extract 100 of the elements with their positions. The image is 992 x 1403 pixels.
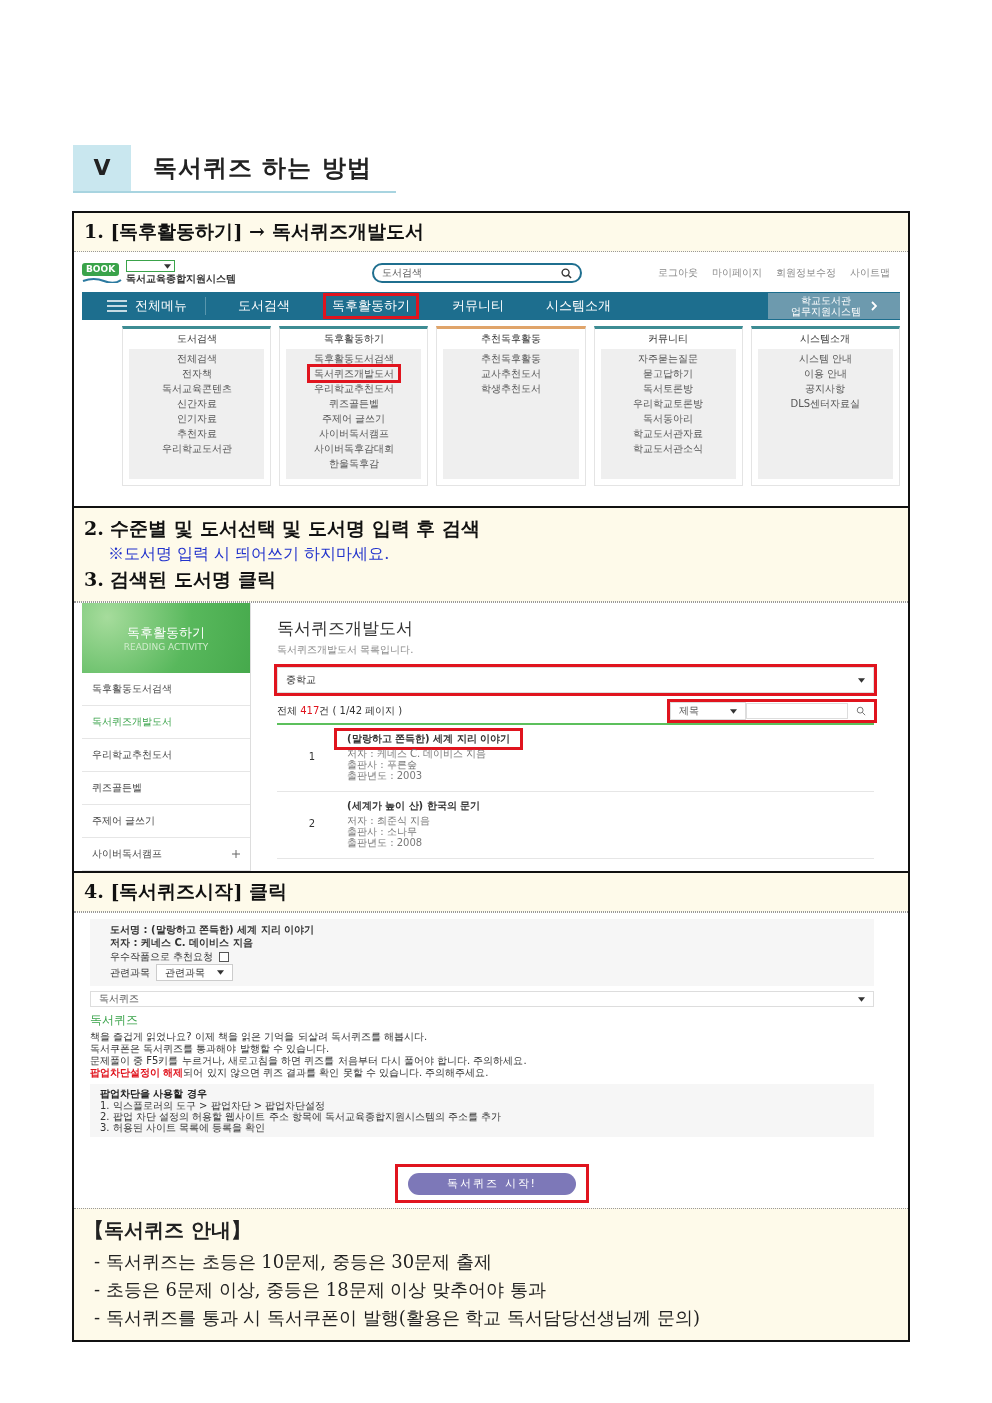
book-title-link[interactable]: (세계가 높이 산) 한국의 문기 (337, 798, 491, 814)
book-year: 출판년도 : 2008 (347, 837, 423, 848)
caret-icon (858, 996, 865, 1002)
book-year: 출판년도 : 2003 (347, 770, 423, 781)
menu-item[interactable]: 학교도서관소식 (629, 442, 708, 455)
guide-item: - 독서퀴즈는 초등은 10문제, 중등은 30문제 출제 (94, 1249, 492, 1274)
subject-label: 관련과목 (110, 966, 150, 979)
popup-help-step: 1. 익스플로러의 도구 > 팝업차단 > 팝업차단설정 (100, 1100, 326, 1111)
banner-title: 독후활동하기 (127, 624, 205, 642)
search-type-select[interactable]: 제목 (670, 702, 746, 720)
top-link[interactable]: 사이트맵 (850, 266, 890, 280)
start-quiz-button[interactable]: 독서퀴즈 시작! (408, 1172, 576, 1195)
recommend-label: 우수작품으로 추천요청 (110, 950, 214, 963)
menu-item[interactable]: 공지사항 (801, 382, 850, 395)
quiz-heading: 독서퀴즈 (90, 1012, 138, 1029)
search-field[interactable]: 도서검색 (372, 263, 582, 283)
menu-column-title: 도서검색 (176, 332, 217, 346)
menu-item[interactable]: 이용 안내 (799, 367, 851, 380)
menu-item[interactable]: 자주묻는질문 (634, 352, 703, 365)
menu-item[interactable]: 교사추천도서 (477, 367, 545, 380)
logo-text: 독서교육종합지원시스템 (126, 272, 236, 286)
menu-item[interactable]: 학생추천도서 (477, 382, 545, 395)
menu-item[interactable]: 우리학교토론방 (629, 397, 708, 410)
sidebar-item[interactable]: 우리학교추천도서 (82, 739, 250, 772)
guide-item: - 초등은 6문제 이상, 중등은 18문제 이상 맞추어야 통과 (94, 1277, 546, 1302)
top-link[interactable]: 로그아웃 (658, 266, 698, 280)
menu-column-title: 커뮤니티 (648, 332, 689, 346)
menu-item[interactable]: 독서동아리 (639, 412, 698, 425)
chevron-right-icon (871, 301, 877, 311)
step-heading: 4. [독서퀴즈시작] 클릭 (84, 879, 288, 904)
book-publisher: 출판사 : 푸른숲 (347, 759, 417, 770)
search-icon[interactable] (561, 267, 572, 279)
nav-tab[interactable]: 시스템소개 (540, 296, 617, 316)
nav-tab[interactable]: 도서검색 (232, 296, 296, 316)
logo-badge: BOOK (82, 263, 120, 276)
result-count: 전체 417건 ( 1/42 페이지 ) (277, 704, 403, 718)
guide-title: 【독서퀴즈 안내】 (84, 1216, 251, 1244)
menu-item[interactable]: 우리학교도서관 (157, 442, 236, 455)
banner-subtitle: READING ACTIVITY (123, 642, 209, 652)
menu-item[interactable]: 퀴즈골든벨 (324, 397, 383, 410)
popup-help-title: 팝업차단을 사용할 경우 (100, 1088, 207, 1100)
step-heading: 2. 수준별 및 도서선택 및 도서명 입력 후 검색 (84, 516, 480, 541)
menu-item[interactable]: 독후활동도서검색 (309, 352, 398, 365)
result-number: 2 (307, 817, 317, 829)
nav-tab[interactable]: 독후활동하기 (326, 296, 416, 316)
menu-item[interactable]: 독서퀴즈개발도서 (309, 367, 398, 380)
step-heading: 1. [독후활동하기] → 독서퀴즈개발도서 (84, 219, 424, 244)
book-publisher: 출판사 : 소나무 (347, 826, 417, 837)
menu-item[interactable]: 학교도서관자료 (629, 427, 708, 440)
quiz-notice-line: 팝업차단설정이 해제되어 있지 않으면 퀴즈 결과를 확인 못할 수 있습니다. 주의해주세요. (90, 1067, 489, 1079)
all-menu-button[interactable]: 전체메뉴 (82, 297, 206, 315)
menu-column-title: 추천독후활동 (481, 332, 541, 346)
menu-item[interactable]: DLS센터자료실 (786, 397, 865, 410)
top-link[interactable]: 회원정보수정 (776, 266, 836, 280)
step-heading: 3. 검색된 도서명 클릭 (84, 567, 276, 592)
menu-item[interactable]: 사이버독후감대회 (309, 442, 398, 455)
menu-item[interactable]: 독서토론방 (639, 382, 698, 395)
subject-select[interactable]: 관련과목 (156, 964, 233, 981)
book-author: 저자 : 케네스 C. 데이비스 지음 (347, 748, 487, 759)
plus-icon (232, 850, 240, 858)
menu-item[interactable]: 독서교육콘텐츠 (157, 382, 236, 395)
nav-tab[interactable]: 커뮤니티 (446, 296, 510, 316)
caret-icon (164, 263, 171, 269)
guide-item: - 독서퀴즈를 통과 시 독서쿠폰이 발행(활용은 학교 독서담당선생님께 문의) (94, 1305, 700, 1330)
caret-icon (730, 708, 737, 714)
popup-help-step: 3. 허용된 사이트 목록에 등록을 확인 (100, 1122, 266, 1133)
menu-item[interactable]: 전자책 (177, 367, 216, 380)
recommend-checkbox[interactable] (219, 951, 230, 962)
region-select[interactable] (126, 260, 175, 272)
book-title-link[interactable]: (말랑하고 쫀득한) 세계 지리 이야기 (337, 731, 521, 747)
wave-logo-icon (82, 277, 122, 283)
book-info-text: 도서명 : (말랑하고 쫀득한) 세계 지리 이야기 (110, 923, 315, 936)
page-subtitle: 독서퀴즈개발도서 목록입니다. (277, 643, 414, 657)
sidebar-item[interactable]: 주제어 글쓰기 (82, 805, 250, 838)
menu-item[interactable]: 묻고답하기 (639, 367, 698, 380)
step-note: ※도서명 입력 시 띄어쓰기 하지마세요. (108, 544, 390, 565)
menu-item[interactable]: 주제어 글쓰기 (318, 412, 390, 425)
top-link[interactable]: 마이페이지 (712, 266, 762, 280)
result-number: 1 (307, 750, 317, 762)
menu-item[interactable]: 사이버독서캠프 (314, 427, 393, 440)
menu-item[interactable]: 한울독후감 (324, 457, 383, 470)
search-input[interactable] (746, 703, 848, 719)
menu-item[interactable]: 시스템 안내 (794, 352, 856, 365)
section-number: V (73, 145, 131, 191)
menu-item[interactable]: 추천독후활동 (477, 352, 545, 365)
menu-column-title: 시스템소개 (800, 332, 851, 346)
sidebar-item[interactable]: 퀴즈골든벨 (82, 772, 250, 805)
level-select[interactable]: 중학교 (277, 667, 874, 693)
quiz-select[interactable]: 독서퀴즈 (90, 991, 874, 1007)
menu-item[interactable]: 신간자료 (172, 397, 221, 410)
section-title: 독서퀴즈 하는 방법 (153, 153, 372, 184)
menu-item[interactable]: 전체검색 (172, 352, 221, 365)
quiz-notice-line: 문제풀이 중 F5키를 누르거나, 새로고침을 하면 퀴즈를 처음부터 다시 풀어야 합니다. 주의하세요. (90, 1055, 527, 1067)
menu-item[interactable]: 추천자료 (172, 427, 221, 440)
quiz-notice-line: 독서쿠폰은 독서퀴즈를 통과해야 발행할 수 있습니다. (90, 1043, 330, 1055)
menu-column-title: 독후활동하기 (323, 332, 384, 346)
menu-item[interactable]: 인기자료 (172, 412, 221, 425)
menu-item[interactable]: 우리학교추천도서 (309, 382, 398, 395)
page-title: 독서퀴즈개발도서 (277, 617, 413, 640)
sidebar-item[interactable]: 독후활동도서검색 (82, 673, 250, 706)
